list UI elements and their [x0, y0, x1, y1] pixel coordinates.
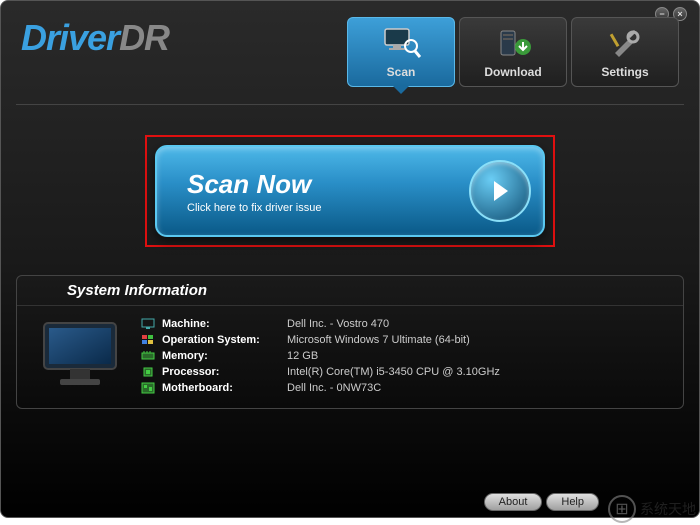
- sysinfo-rows: Machine: Dell Inc. - Vostro 470 Operatio…: [140, 316, 667, 396]
- computer-monitor-icon: [33, 316, 128, 396]
- motherboard-value: Dell Inc. - 0NW73C: [287, 382, 667, 394]
- scan-button-subtitle: Click here to fix driver issue: [187, 202, 469, 214]
- os-label: Operation System:: [162, 334, 287, 346]
- processor-label: Processor:: [162, 366, 287, 378]
- nav-tabs: Scan Download Settings: [347, 17, 679, 87]
- logo-text-dr: DR: [119, 17, 169, 58]
- footer-buttons: About Help: [484, 493, 599, 511]
- scan-highlight-box: Scan Now Click here to fix driver issue: [145, 135, 555, 247]
- os-value: Microsoft Windows 7 Ultimate (64-bit): [287, 334, 667, 346]
- tab-scan[interactable]: Scan: [347, 17, 455, 87]
- cpu-icon: [140, 366, 156, 378]
- monitor-search-icon: [381, 25, 421, 61]
- play-arrow-icon: [469, 160, 531, 222]
- motherboard-label: Motherboard:: [162, 382, 287, 394]
- watermark-icon: ⊞: [608, 495, 636, 523]
- sysinfo-row-machine: Machine: Dell Inc. - Vostro 470: [140, 316, 667, 332]
- sysinfo-row-os: Operation System: Microsoft Windows 7 Ul…: [140, 332, 667, 348]
- machine-value: Dell Inc. - Vostro 470: [287, 318, 667, 330]
- sysinfo-row-motherboard: Motherboard: Dell Inc. - 0NW73C: [140, 380, 667, 396]
- server-download-icon: [493, 25, 533, 61]
- main-area: Scan Now Click here to fix driver issue: [1, 105, 699, 247]
- memory-value: 12 GB: [287, 350, 667, 362]
- tab-scan-label: Scan: [387, 65, 416, 79]
- machine-label: Machine:: [162, 318, 287, 330]
- header: DriverDR Scan Download Settings: [1, 1, 699, 96]
- sysinfo-heading: System Information: [17, 276, 683, 306]
- sysinfo-row-processor: Processor: Intel(R) Core(TM) i5-3450 CPU…: [140, 364, 667, 380]
- main-window: − × DriverDR Scan Download: [0, 0, 700, 518]
- app-logo: DriverDR: [21, 17, 169, 59]
- tab-download-label: Download: [484, 65, 541, 79]
- help-button[interactable]: Help: [546, 493, 599, 511]
- motherboard-icon: [140, 382, 156, 394]
- os-icon: [140, 334, 156, 346]
- tools-icon: [605, 25, 645, 61]
- sysinfo-body: Machine: Dell Inc. - Vostro 470 Operatio…: [17, 306, 683, 396]
- tab-download[interactable]: Download: [459, 17, 567, 87]
- system-information-panel: System Information Machine: Dell Inc. - …: [16, 275, 684, 409]
- watermark: ⊞ 系统天地: [608, 495, 696, 523]
- sysinfo-row-memory: Memory: 12 GB: [140, 348, 667, 364]
- memory-icon: [140, 350, 156, 362]
- scan-button-title: Scan Now: [187, 169, 469, 200]
- tab-settings-label: Settings: [601, 65, 648, 79]
- memory-label: Memory:: [162, 350, 287, 362]
- logo-text-driver: Driver: [21, 17, 119, 58]
- machine-icon: [140, 318, 156, 330]
- tab-settings[interactable]: Settings: [571, 17, 679, 87]
- scan-button-text: Scan Now Click here to fix driver issue: [187, 169, 469, 214]
- about-button[interactable]: About: [484, 493, 543, 511]
- processor-value: Intel(R) Core(TM) i5-3450 CPU @ 3.10GHz: [287, 366, 667, 378]
- watermark-text: 系统天地: [640, 499, 696, 519]
- scan-now-button[interactable]: Scan Now Click here to fix driver issue: [155, 145, 545, 237]
